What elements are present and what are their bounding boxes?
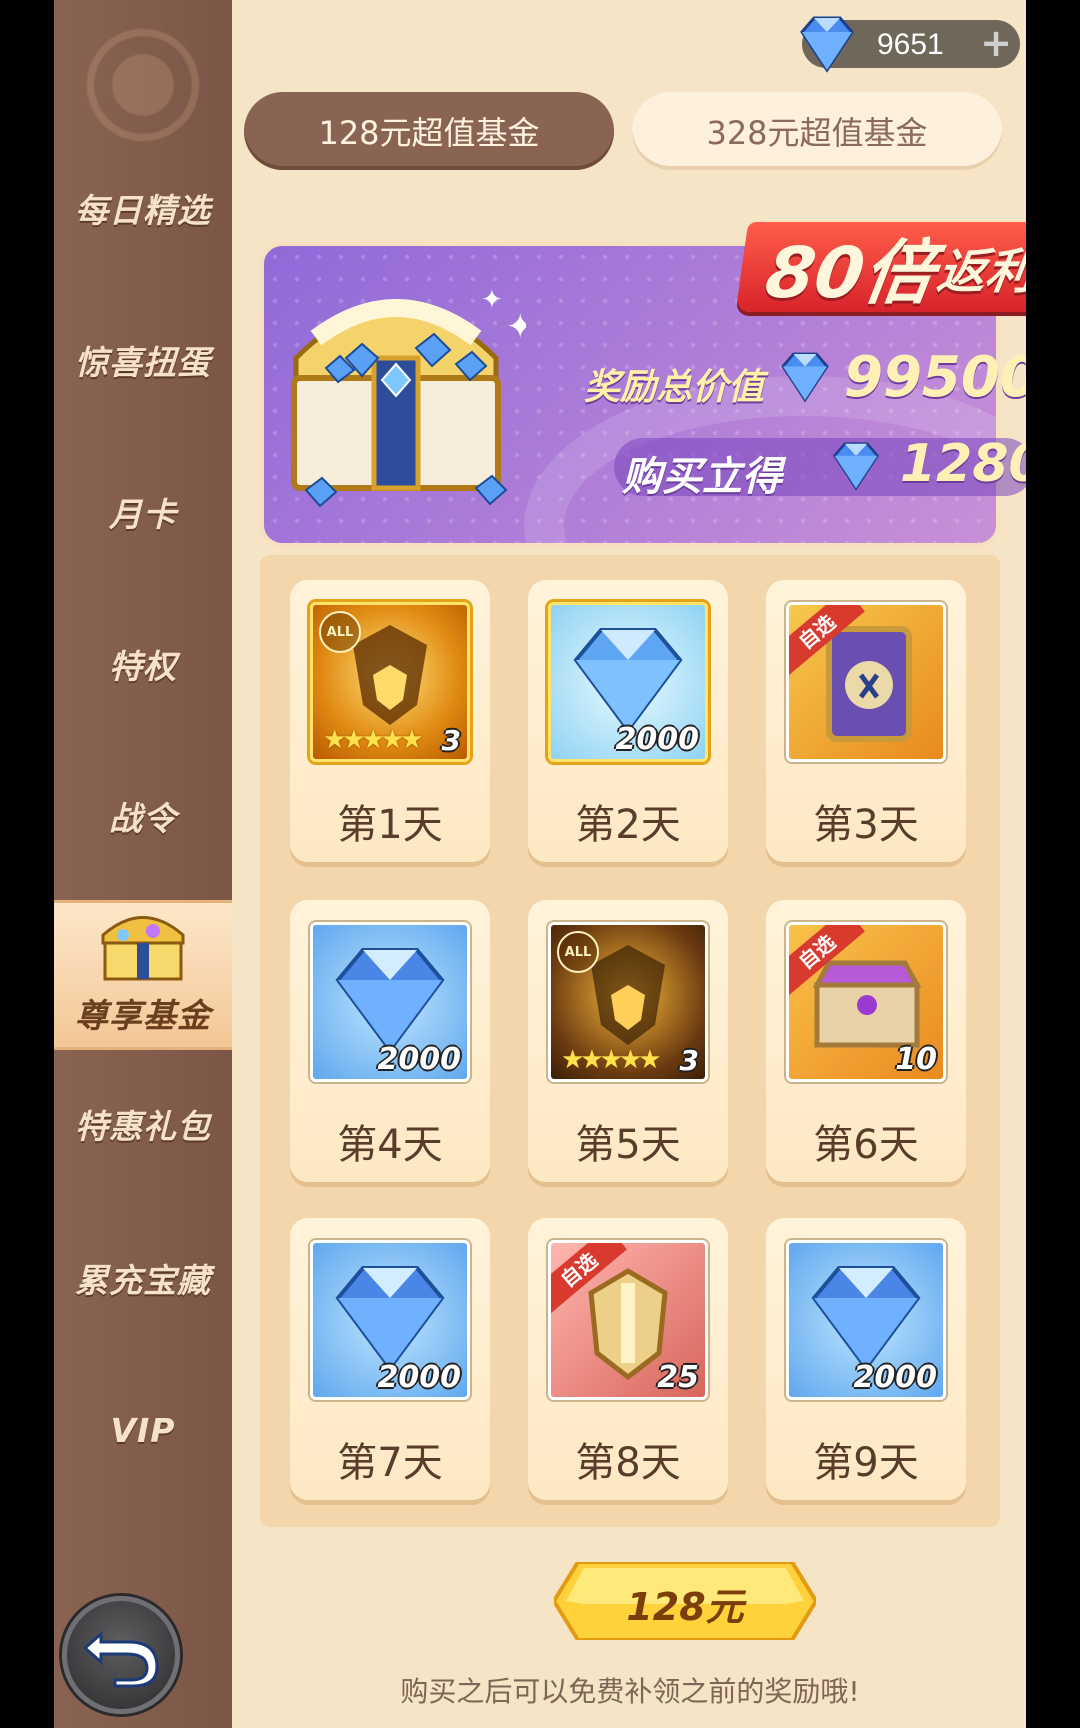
item-quantity: 25: [657, 1360, 699, 1395]
diamond-icon: 2000: [786, 1240, 946, 1400]
reward-card-day-4[interactable]: 2000 第4天: [290, 900, 490, 1182]
buy-button-label[interactable]: 128元: [554, 1576, 816, 1631]
item-quantity: 2000: [615, 722, 700, 757]
day-label: 第7天: [337, 1440, 443, 1486]
sidebar-item-special-packs[interactable]: 特惠礼包: [54, 1074, 232, 1174]
sidebar-item-daily-picks[interactable]: 每日精选: [54, 158, 232, 258]
star-count: 3: [441, 724, 461, 757]
back-button[interactable]: [62, 1596, 180, 1714]
day-label: 第4天: [337, 1122, 443, 1168]
sidebar-item-privilege[interactable]: 特权: [54, 614, 232, 714]
sidebar: 每日精选 惊喜扭蛋 月卡 特权 战令 尊享基金 特惠礼包 累充宝藏 VIP: [54, 0, 232, 1728]
item-quantity: 2000: [853, 1360, 938, 1395]
armor-icon: 自选 25: [548, 1240, 708, 1400]
svg-text:✦: ✦: [481, 285, 503, 315]
fund-screen: 每日精选 惊喜扭蛋 月卡 特权 战令 尊享基金 特惠礼包 累充宝藏 VIP 96…: [54, 0, 1026, 1728]
tab-128-fund[interactable]: 128元超值基金: [244, 92, 614, 170]
day-label: 第1天: [337, 802, 443, 848]
day-label: 第3天: [813, 802, 919, 848]
day-label: 第8天: [575, 1440, 681, 1486]
tab-label: 328元超值基金: [706, 114, 928, 152]
sidebar-item-label: 累充宝藏: [75, 1261, 211, 1300]
hero-shard-icon: ALL ★★★★★ 3: [310, 602, 470, 762]
diamond-icon: [800, 16, 854, 73]
sidebar-item-label: VIP: [110, 1410, 176, 1450]
sidebar-item-label: 每日精选: [75, 191, 211, 230]
total-value-amount: 99500: [844, 345, 1026, 410]
tab-label: 128元超值基金: [318, 114, 540, 152]
sidebar-item-label: 惊喜扭蛋: [75, 343, 211, 382]
rebate-text: 返利: [934, 244, 1026, 300]
rebate-multiplier: 80倍: [760, 231, 940, 314]
star-count: 3: [679, 1044, 699, 1077]
diamond-icon: 2000: [548, 602, 708, 762]
star-rating: ★★★★★: [323, 725, 424, 755]
reward-card-day-2[interactable]: 2000 第2天: [528, 580, 728, 862]
sidebar-item-vip[interactable]: VIP: [54, 1380, 232, 1480]
reward-card-day-3[interactable]: 自选 第3天: [766, 580, 966, 862]
sidebar-item-recharge-treasure[interactable]: 累充宝藏: [54, 1228, 232, 1328]
reward-card-day-7[interactable]: 2000 第7天: [290, 1218, 490, 1500]
sidebar-item-label: 尊享基金: [75, 996, 211, 1035]
diamond-icon: [781, 352, 829, 403]
all-badge: ALL: [319, 611, 361, 653]
reward-card-day-8[interactable]: 自选 25 第8天: [528, 1218, 728, 1500]
reward-card-day-6[interactable]: 自选 10 第6天: [766, 900, 966, 1182]
day-label: 第9天: [813, 1440, 919, 1486]
tab-328-fund[interactable]: 328元超值基金: [632, 92, 1002, 170]
sidebar-item-gacha[interactable]: 惊喜扭蛋: [54, 310, 232, 410]
sidebar-item-label: 战令: [109, 799, 177, 838]
sidebar-item-premium-fund[interactable]: 尊享基金: [54, 900, 232, 1050]
total-value-label: 奖励总价值: [584, 367, 765, 408]
sidebar-item-label: 特惠礼包: [75, 1107, 211, 1146]
card-box-icon: 自选: [786, 602, 946, 762]
diamond-icon: 2000: [310, 1240, 470, 1400]
emblem-icon: [68, 10, 218, 160]
treasure-chest-icon: [101, 916, 185, 981]
reward-card-day-1[interactable]: ALL ★★★★★ 3 第1天: [290, 580, 490, 862]
sidebar-item-label: 月卡: [109, 495, 177, 534]
chest-icon: 自选 10: [786, 922, 946, 1082]
rebate-tag: 80倍 返利: [735, 222, 1026, 314]
hero-shard-icon: ALL ★★★★★ 3: [548, 922, 708, 1082]
treasure-chest-icon: ✦ ✦: [291, 285, 526, 508]
plus-icon[interactable]: +: [980, 24, 1012, 62]
instant-reward-amount: 1280: [900, 434, 1026, 494]
day-label: 第5天: [575, 1122, 681, 1168]
day-label: 第6天: [813, 1122, 919, 1168]
star-rating: ★★★★★: [561, 1045, 662, 1075]
sidebar-item-monthly-card[interactable]: 月卡: [54, 462, 232, 562]
reward-card-day-5[interactable]: ALL ★★★★★ 3 第5天: [528, 900, 728, 1182]
item-quantity: 2000: [377, 1360, 462, 1395]
diamond-icon: [832, 442, 880, 491]
diamond-count: 9651: [877, 28, 944, 61]
sidebar-item-battle-pass[interactable]: 战令: [54, 766, 232, 866]
item-quantity: 10: [895, 1042, 937, 1077]
sidebar-item-label: 特权: [109, 647, 177, 686]
instant-reward-label: 购买立得: [622, 454, 782, 500]
all-badge: ALL: [557, 931, 599, 973]
back-arrow-icon: [82, 1630, 159, 1688]
svg-text:✦: ✦: [506, 307, 526, 347]
diamond-balance: 9651 +: [800, 16, 1020, 73]
footer-note: 购买之后可以免费补领之前的奖励哦!: [400, 1675, 860, 1708]
reward-card-day-9[interactable]: 2000 第9天: [766, 1218, 966, 1500]
diamond-icon: 2000: [310, 922, 470, 1082]
day-label: 第2天: [575, 802, 681, 848]
item-quantity: 2000: [377, 1042, 462, 1077]
